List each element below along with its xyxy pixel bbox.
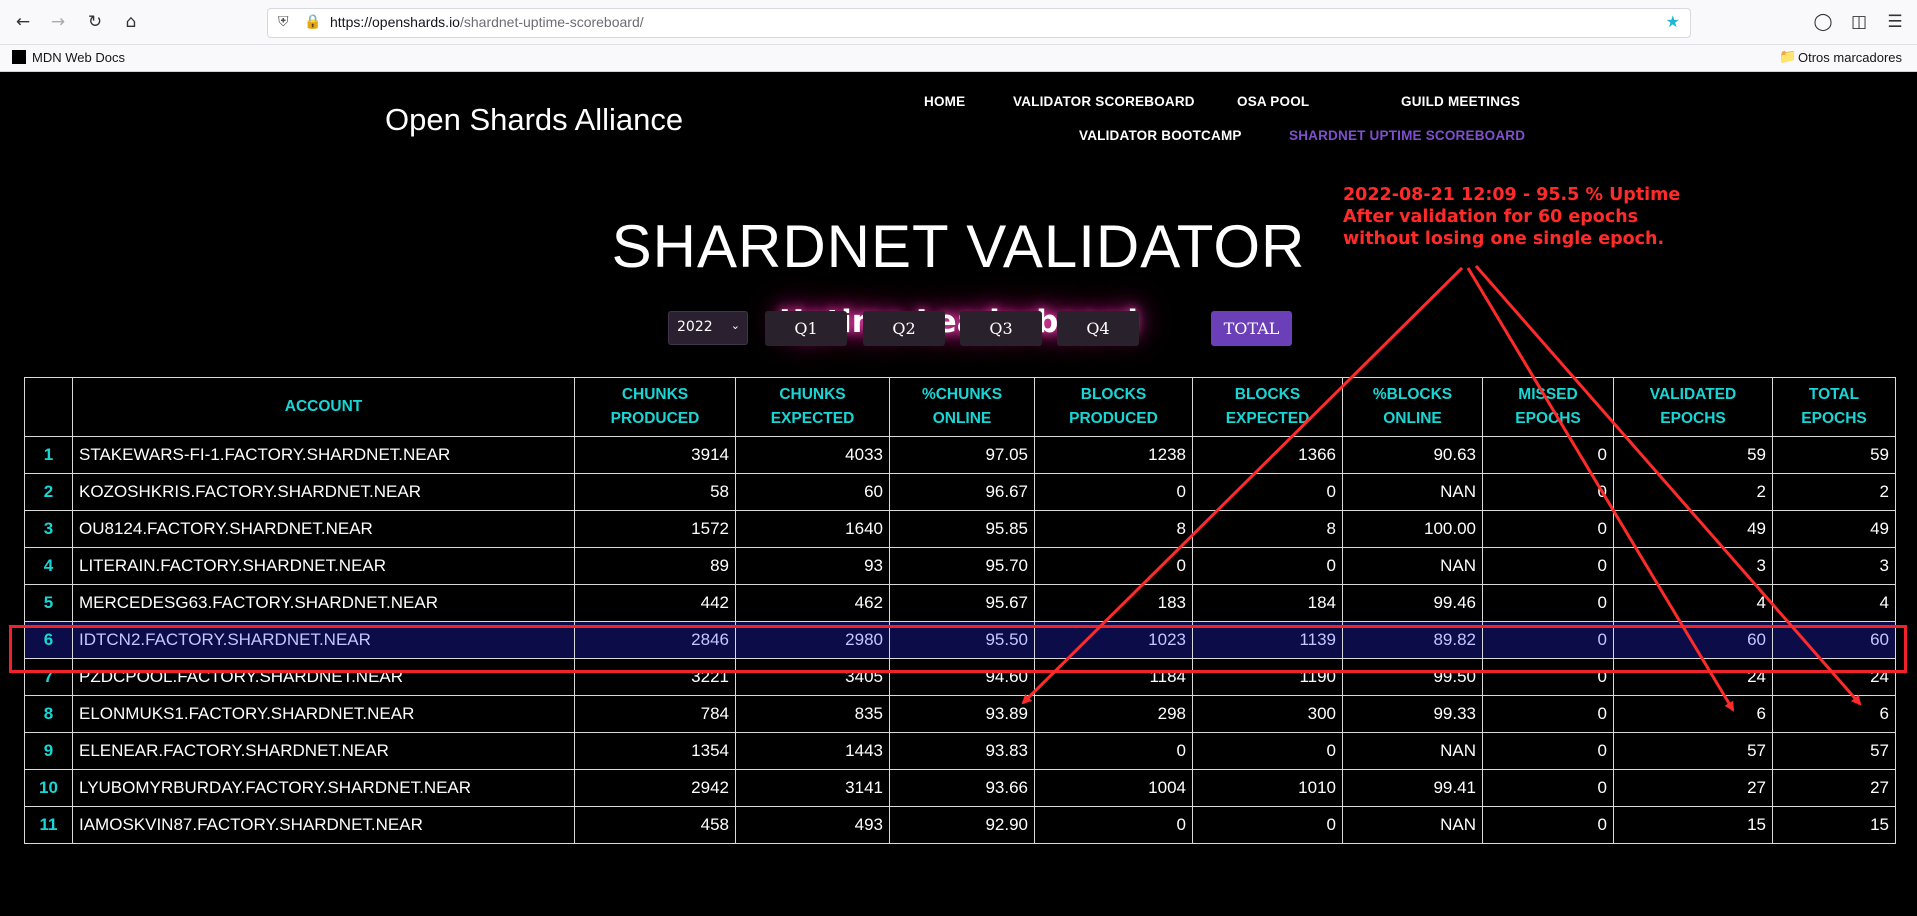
annotation-arrows <box>1021 265 1862 712</box>
arrow-to-total-epochs <box>1474 265 1862 706</box>
arrow-to-validated-epochs <box>1466 267 1735 712</box>
arrow-to-pct-chunks <box>1021 266 1464 705</box>
